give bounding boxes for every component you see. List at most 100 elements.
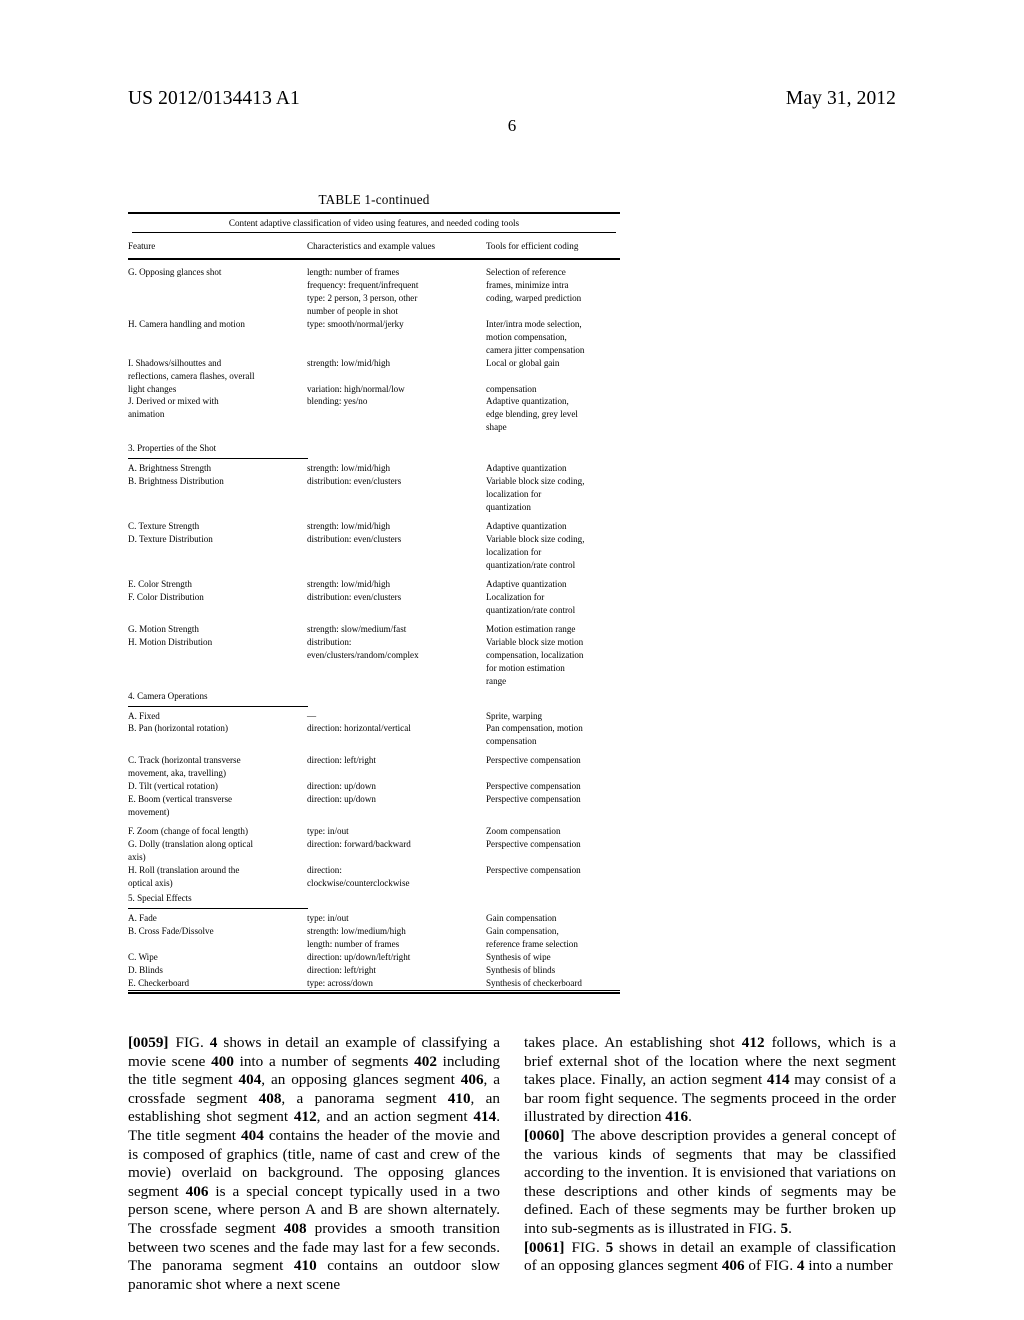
- paragraph-0059: [0059] FIG. 4 shows in detail an example …: [128, 1034, 500, 1294]
- cell-feature: D. Blinds: [128, 964, 163, 975]
- table-section-header: 4. Camera Operations: [128, 688, 620, 707]
- cell-tools: Variable block size motion compensation, …: [486, 636, 584, 686]
- table-row: A. Fixed — Sprite, warping: [128, 710, 620, 723]
- table-row: A. Fade type: in/out Gain compensation: [128, 912, 620, 925]
- cell-feature: E. Checkerboard: [128, 977, 190, 988]
- cell-tools: Adaptive quantization: [486, 578, 567, 589]
- table-section-underline: [128, 905, 308, 909]
- reference-numeral: 404: [241, 1126, 264, 1144]
- cell-characteristics: type: in/out: [307, 826, 349, 837]
- cell-characteristics: direction: up/down: [307, 794, 376, 805]
- reference-numeral: 406: [460, 1071, 484, 1089]
- reference-numeral: 412: [293, 1108, 317, 1126]
- cell-characteristics: distribution: even/clusters/random/comple…: [307, 636, 419, 660]
- reference-numeral: 416: [665, 1108, 689, 1126]
- table-row: F. Color Distribution distribution: even/…: [128, 591, 620, 617]
- paragraph-0061: [0061] FIG. 5 shows in detail an example …: [524, 1239, 896, 1276]
- paragraph-0059-continued: takes place. An establishing shot 412 fo…: [524, 1034, 896, 1127]
- cell-feature: H. Motion Distribution: [128, 636, 213, 647]
- cell-characteristics: strength: slow/medium/fast: [307, 623, 407, 634]
- table-section-label: 4. Camera Operations: [128, 690, 208, 701]
- cell-tools: Perspective compensation: [486, 839, 581, 850]
- cell-tools: Perspective compensation: [486, 781, 581, 792]
- reference-numeral: 410: [293, 1257, 317, 1275]
- cell-feature: A. Brightness Strength: [128, 463, 212, 474]
- reference-numeral: 4: [796, 1257, 805, 1275]
- paragraph-number: [0060]: [524, 1126, 565, 1144]
- table-1-continued: TABLE 1-continued Content adaptive class…: [128, 192, 620, 995]
- table-subtitle: Content adaptive classification of video…: [228, 218, 520, 228]
- cell-characteristics: strength: low/mid/high: [307, 578, 391, 589]
- cell-tools: Variable block size coding, localization …: [486, 534, 585, 570]
- cell-tools: Adaptive quantization: [486, 521, 567, 532]
- table-row: G. Opposing glances shot length: number o…: [128, 266, 620, 318]
- cell-tools: Perspective compensation: [486, 864, 581, 875]
- cell-feature: J. Derived or mixed with animation: [128, 396, 219, 420]
- table-row: A. Brightness Strength strength: low/mid/…: [128, 462, 620, 475]
- cell-feature: F. Color Distribution: [128, 591, 204, 602]
- reference-numeral: 5: [780, 1219, 789, 1237]
- cell-characteristics: direction: forward/backward: [307, 839, 411, 850]
- patent-page: US 2012/0134413 A1 May 31, 2012 6 TABLE …: [0, 0, 1024, 1320]
- publication-date: May 31, 2012: [785, 88, 896, 109]
- cell-feature: A. Fixed: [128, 710, 160, 721]
- table-row: G. Dolly (translation along optical axis)…: [128, 838, 620, 864]
- paragraph-0060: [0060] The above description provides a g…: [524, 1127, 896, 1239]
- publication-number: US 2012/0134413 A1: [128, 88, 300, 109]
- cell-characteristics: direction: up/down: [307, 781, 376, 792]
- cell-feature: E. Color Strength: [128, 578, 192, 589]
- table-row: H. Camera handling and motion type: smoot…: [128, 318, 620, 357]
- table-row: J. Derived or mixed with animation blendin…: [128, 395, 620, 434]
- cell-tools: Local or global gain compensation: [486, 357, 560, 394]
- table-section-underline: [128, 703, 308, 707]
- cell-characteristics: direction: up/down/left/right: [307, 951, 411, 962]
- table-row: I. Shadows/silhouttes and reflections, ca…: [128, 357, 620, 396]
- cell-feature: G. Opposing glances shot: [128, 266, 222, 277]
- cell-feature: C. Track (horizontal transverse movement,…: [128, 755, 241, 779]
- table-bottom-rule: [128, 989, 620, 995]
- table-row: C. Track (horizontal transverse movement,…: [128, 754, 620, 780]
- left-column: [0059] FIG. 4 shows in detail an example …: [128, 1034, 500, 1294]
- running-head: US 2012/0134413 A1 May 31, 2012: [128, 88, 896, 110]
- reference-numeral: 400: [211, 1052, 234, 1070]
- cell-tools: Pan compensation, motion compensation: [486, 723, 583, 747]
- paragraph-0059-cont-text: takes place. An establishing shot 412 fo…: [524, 1034, 896, 1126]
- reference-numeral: 412: [741, 1034, 765, 1051]
- cell-characteristics: direction: left/right: [307, 755, 376, 766]
- reference-numeral: 408: [258, 1089, 282, 1107]
- table-row: E. Checkerboard type: across/down Synthesi…: [128, 977, 620, 990]
- table-row: D. Tilt (vertical rotation) direction: up…: [128, 780, 620, 793]
- cell-feature: G. Dolly (translation along optical axis): [128, 839, 254, 863]
- table-section-label: 5. Special Effects: [128, 892, 192, 903]
- reference-numeral: 410: [447, 1089, 471, 1107]
- cell-tools: Inter/intra mode selection, motion compen…: [486, 318, 585, 355]
- reference-numeral: 408: [283, 1219, 307, 1237]
- cell-feature: F. Zoom (change of focal length): [128, 826, 248, 837]
- cell-characteristics: distribution: even/clusters: [307, 591, 402, 602]
- table-row: G. Motion Strength strength: slow/medium/…: [128, 623, 620, 636]
- paragraph-number: [0061]: [524, 1238, 565, 1256]
- paragraph-0061-text: FIG. 5 shows in detail an example of cla…: [524, 1238, 896, 1275]
- table-row: F. Zoom (change of focal length) type: in…: [128, 825, 620, 838]
- table-body: G. Opposing glances shot length: number o…: [128, 260, 620, 990]
- column-header-tools: Tools for efficient coding: [486, 241, 579, 251]
- paragraph-0059-text: FIG. 4 shows in detail an example of cla…: [128, 1034, 501, 1293]
- reference-numeral: 414: [766, 1071, 790, 1089]
- cell-tools: Localization for quantization/rate contro…: [486, 591, 576, 615]
- cell-characteristics: blending: yes/no: [307, 396, 368, 407]
- cell-tools: Synthesis of wipe: [486, 951, 551, 962]
- cell-tools: Perspective compensation: [486, 794, 581, 805]
- cell-feature: A. Fade: [128, 912, 157, 923]
- cell-feature: G. Motion Strength: [128, 623, 199, 634]
- cell-tools: Perspective compensation: [486, 755, 581, 766]
- cell-characteristics: length: number of frames frequency: frequ…: [307, 266, 419, 316]
- cell-feature: C. Wipe: [128, 951, 158, 962]
- cell-tools: Synthesis of blinds: [486, 964, 556, 975]
- cell-characteristics: direction: clockwise/counterclockwise: [307, 864, 410, 888]
- table-row: D. Blinds direction: left/right Synthesis …: [128, 964, 620, 977]
- reference-numeral: 404: [238, 1071, 262, 1089]
- table-row: B. Cross Fade/Dissolve strength: low/medi…: [128, 925, 620, 951]
- paragraph-0060-text: The above description provides a general…: [524, 1126, 896, 1237]
- cell-characteristics: strength: low/mid/high: [307, 463, 391, 474]
- cell-tools: Synthesis of checkerboard: [486, 977, 582, 988]
